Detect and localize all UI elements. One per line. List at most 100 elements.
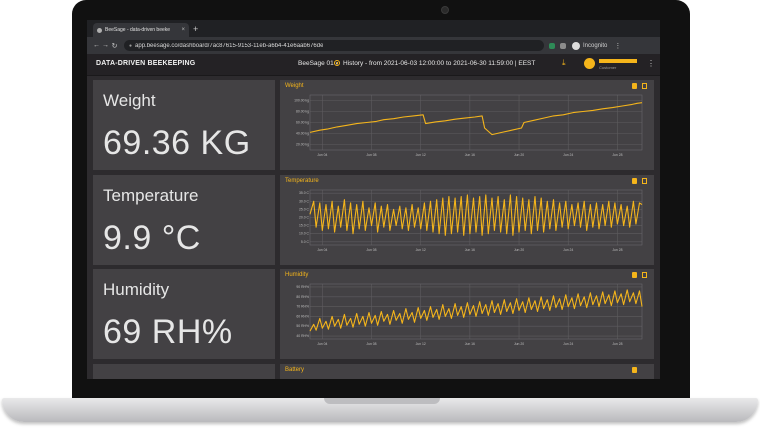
y-tick-label: 35.0 C [299,191,310,195]
y-tick-label: 90 RH% [296,285,309,289]
plot-frame [309,283,643,340]
weight-chart-panel: Weight 100.00 kg 80.00 kg 60.00 kg 40.00 kg… [280,80,654,170]
y-tick-label: 5.0 C [301,240,310,244]
weight-chart: 100.00 kg 80.00 kg 60.00 kg 40.00 kg 20.00 k… [294,94,643,157]
export-icon[interactable] [632,178,637,184]
new-tab-button[interactable]: + [193,23,198,35]
x-tick-label: Jun 08 [366,342,376,346]
humidity-chart: 90 RH% 80 RH% 70 RH% 60 RH% 50 RH% 40 RH% Jun … [296,283,643,346]
clock-icon [334,60,340,66]
address-bar[interactable]: ● app.beesage.co/dashboard/7ac87615-9153… [124,40,544,51]
weight-card: Weight 69.36 KG [93,80,275,170]
x-tick-label: Jun 16 [465,248,475,252]
x-tick-label: Jun 20 [514,342,524,346]
reload-icon[interactable]: ↻ [110,42,119,50]
forward-icon[interactable]: → [101,42,110,49]
user-role: Customer [599,65,617,70]
browser-menu-icon[interactable]: ⋮ [614,42,621,50]
y-tick-label: 20.0 C [299,216,310,220]
app-menu-icon[interactable]: ⋮ [647,59,655,68]
y-tick-label: 70 RH% [296,305,309,309]
x-tick-label: Jun 04 [317,153,327,157]
temperature-chart: 35.0 C 30.0 C 25.0 C 20.0 C 15.0 C 10.0 C 5.0 … [299,189,643,252]
series-line [309,194,643,236]
x-tick-label: Jun 12 [416,248,426,252]
humidity-chart-panel: Humidity 90 RH% 80 RH% 70 RH% 60 RH% 50 RH% 4… [280,269,654,359]
history-range[interactable]: History - from 2021-06-03 12:00:00 to 20… [343,60,535,67]
url-text: app.beesage.co/dashboard/7ac87615-9153-1… [135,42,324,49]
incognito-icon[interactable] [572,41,580,50]
series-line [309,289,643,332]
webcam-icon [441,6,449,14]
laptop-base [2,398,758,422]
incognito-label: Incognito [583,42,608,49]
x-tick-label: Jun 12 [416,153,426,157]
y-tick-label: 80 RH% [296,295,309,299]
card-title: Weight [103,91,156,110]
fullscreen-icon[interactable] [642,83,647,89]
x-tick-label: Jun 28 [612,248,622,252]
export-icon[interactable] [632,367,637,373]
card-value: 69 RH% [103,313,233,351]
chart-title: Battery [285,367,305,373]
x-tick-label: Jun 24 [563,153,573,157]
temperature-card: Temperature 9.9 °C [93,175,275,265]
x-tick-label: Jun 20 [514,153,524,157]
tab-title: BeeSage - data-driven beeke [105,27,171,33]
y-tick-label: 10.0 C [299,232,310,236]
y-tick-label: 60.00 kg [296,121,309,125]
y-tick-label: 60 RH% [296,314,309,318]
puzzle-icon[interactable] [560,42,566,49]
fullscreen-icon[interactable] [642,178,647,184]
y-tick-label: 15.0 C [299,224,310,228]
user-name-bar [599,59,637,63]
y-tick-label: 25.0 C [299,207,310,211]
x-tick-label: Jun 08 [366,248,376,252]
browser-tab[interactable]: BeeSage - data-driven beeke × [93,23,189,37]
x-tick-label: Jun 24 [563,248,573,252]
fullscreen-icon[interactable] [642,272,647,278]
x-tick-label: Jun 04 [317,342,327,346]
x-tick-label: Jun 20 [514,248,524,252]
card-title: Humidity [103,280,170,299]
y-tick-label: 30.0 C [299,199,310,203]
laptop-notch [324,398,440,404]
close-tab-icon[interactable]: × [181,27,185,33]
battery-chart-panel: Battery [280,364,654,379]
chart-title: Weight [285,83,304,89]
y-tick-label: 20.00 kg [296,143,309,147]
x-tick-label: Jun 08 [366,153,376,157]
y-tick-label: 40.00 kg [296,132,309,136]
humidity-card: Humidity 69 RH% [93,269,275,359]
card-value: 69.36 KG [103,124,251,162]
card-title: Temperature [103,186,199,205]
hive-selector[interactable]: BeeSage 01 ▾ [298,60,338,67]
avatar[interactable] [584,58,595,69]
extension-icon[interactable] [549,42,555,49]
y-tick-label: 80.00 kg [296,110,309,114]
x-tick-label: Jun 04 [317,248,327,252]
x-tick-label: Jun 28 [612,153,622,157]
x-tick-label: Jun 24 [563,342,573,346]
x-tick-label: Jun 16 [465,342,475,346]
lock-icon: ● [129,42,133,49]
battery-card [93,364,275,379]
hive-name: BeeSage 01 [298,60,334,67]
y-tick-label: 50 RH% [296,324,309,328]
grid [310,284,642,339]
y-tick-label: 100.00 kg [294,99,309,103]
chart-title: Humidity [285,272,309,278]
chart-title: Temperature [285,178,319,184]
app-header: DATA-DRIVEN BEEKEEPING BeeSage 01 ▾ Histo… [87,54,660,76]
temperature-chart-panel: Temperature 35.0 C 30.0 C 25.0 C 20.0 C 15.0… [280,175,654,265]
x-tick-label: Jun 28 [612,342,622,346]
card-value: 9.9 °C [103,219,201,257]
back-icon[interactable]: ← [92,42,101,49]
export-icon[interactable] [632,83,637,89]
browser-toolbar: ← → ↻ ● app.beesage.co/dashboard/7ac8761… [87,37,660,54]
x-tick-label: Jun 16 [465,153,475,157]
download-icon[interactable]: ⤓ [562,59,566,67]
grid [310,95,642,150]
screen: BeeSage - data-driven beeke × + ← → ↻ ● … [87,20,660,379]
export-icon[interactable] [632,272,637,278]
